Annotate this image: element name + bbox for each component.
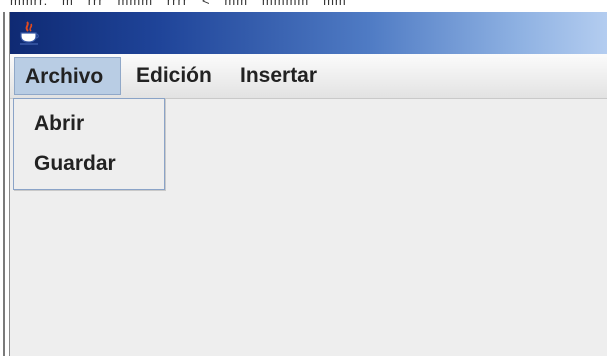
menu-archivo[interactable]: Archivo — [14, 57, 121, 95]
background-app-strip: mmrr. m rrr mmm rrrr < mm mmmm mm — [0, 0, 607, 12]
menu-item-abrir[interactable]: Abrir — [14, 105, 164, 143]
java-coffee-cup-icon[interactable] — [18, 20, 40, 46]
menu-insertar[interactable]: Insertar — [230, 57, 327, 95]
menu-item-guardar[interactable]: Guardar — [14, 145, 164, 183]
background-window-edge — [3, 12, 5, 356]
cut-off-text: mmrr. m rrr mmm rrrr < mm mmmm mm — [10, 0, 347, 8]
archivo-dropdown-menu: Abrir Guardar — [13, 98, 165, 190]
menu-bar: Archivo Edición Insertar — [10, 54, 607, 99]
menu-edicion[interactable]: Edición — [126, 57, 222, 95]
app-window: Archivo Edición Insertar Abrir Guardar — [9, 12, 607, 356]
title-bar[interactable] — [10, 12, 607, 54]
